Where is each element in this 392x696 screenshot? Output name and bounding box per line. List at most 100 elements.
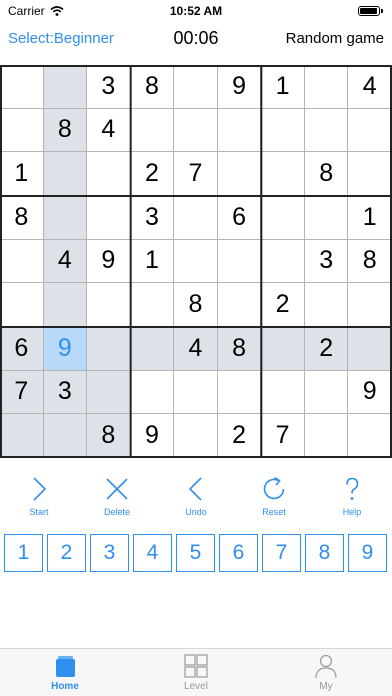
sudoku-cell-r3c2[interactable] xyxy=(43,152,88,196)
sudoku-cell-r5c2[interactable]: 4 xyxy=(43,239,88,284)
sudoku-cell-r7c4[interactable] xyxy=(130,327,175,371)
sudoku-cell-r1c5[interactable] xyxy=(174,65,218,109)
reset-button[interactable]: Reset xyxy=(244,474,304,522)
sudoku-cell-r2c9[interactable] xyxy=(348,108,392,153)
sudoku-cell-r8c5[interactable] xyxy=(174,370,218,415)
sudoku-cell-r2c4[interactable] xyxy=(130,108,175,153)
tab-level[interactable]: Level xyxy=(161,653,231,692)
sudoku-cell-r7c1[interactable]: 6 xyxy=(0,327,44,371)
sudoku-cell-r3c6[interactable] xyxy=(217,152,262,196)
sudoku-cell-r8c6[interactable] xyxy=(217,370,262,415)
sudoku-cell-r2c1[interactable] xyxy=(0,108,44,153)
sudoku-cell-r6c7[interactable]: 2 xyxy=(261,283,305,327)
sudoku-cell-r1c2[interactable] xyxy=(43,65,88,109)
sudoku-cell-r8c1[interactable]: 7 xyxy=(0,370,44,415)
number-button-5[interactable]: 5 xyxy=(176,534,215,572)
sudoku-cell-r1c3[interactable]: 3 xyxy=(87,65,131,109)
sudoku-cell-r3c1[interactable]: 1 xyxy=(0,152,44,196)
sudoku-cell-r8c7[interactable] xyxy=(261,370,305,415)
sudoku-cell-r9c3[interactable]: 8 xyxy=(87,414,131,458)
sudoku-cell-r6c5[interactable]: 8 xyxy=(174,283,218,327)
sudoku-cell-r7c3[interactable] xyxy=(87,327,131,371)
sudoku-cell-r2c3[interactable]: 4 xyxy=(87,108,131,153)
sudoku-cell-r9c9[interactable] xyxy=(348,414,392,458)
number-button-8[interactable]: 8 xyxy=(305,534,344,572)
sudoku-cell-r4c4[interactable]: 3 xyxy=(130,196,175,240)
sudoku-cell-r5c9[interactable]: 8 xyxy=(348,239,392,284)
sudoku-cell-r3c9[interactable] xyxy=(348,152,392,196)
sudoku-cell-r4c5[interactable] xyxy=(174,196,218,240)
sudoku-cell-r1c7[interactable]: 1 xyxy=(261,65,305,109)
sudoku-cell-r4c2[interactable] xyxy=(43,196,88,240)
sudoku-cell-r8c3[interactable] xyxy=(87,370,131,415)
sudoku-cell-r9c7[interactable]: 7 xyxy=(261,414,305,458)
sudoku-cell-r2c5[interactable] xyxy=(174,108,218,153)
sudoku-cell-r9c2[interactable] xyxy=(43,414,88,458)
sudoku-cell-r4c9[interactable]: 1 xyxy=(348,196,392,240)
sudoku-cell-r4c3[interactable] xyxy=(87,196,131,240)
sudoku-cell-r1c8[interactable] xyxy=(304,65,349,109)
sudoku-cell-r1c4[interactable]: 8 xyxy=(130,65,175,109)
sudoku-cell-r2c6[interactable] xyxy=(217,108,262,153)
sudoku-cell-r6c6[interactable] xyxy=(217,283,262,327)
sudoku-cell-r3c5[interactable]: 7 xyxy=(174,152,218,196)
sudoku-cell-r7c5[interactable]: 4 xyxy=(174,327,218,371)
sudoku-cell-r1c1[interactable] xyxy=(0,65,44,109)
sudoku-cell-r8c2[interactable]: 3 xyxy=(43,370,88,415)
sudoku-cell-r8c4[interactable] xyxy=(130,370,175,415)
sudoku-cell-r5c1[interactable] xyxy=(0,239,44,284)
start-button[interactable]: Start xyxy=(9,474,69,522)
number-button-3[interactable]: 3 xyxy=(90,534,129,572)
sudoku-cell-r7c2[interactable]: 9 xyxy=(43,327,88,371)
number-button-1[interactable]: 1 xyxy=(4,534,43,572)
sudoku-cell-r6c3[interactable] xyxy=(87,283,131,327)
sudoku-cell-r7c8[interactable]: 2 xyxy=(304,327,349,371)
sudoku-cell-r2c7[interactable] xyxy=(261,108,305,153)
sudoku-cell-r7c9[interactable] xyxy=(348,327,392,371)
sudoku-cell-r4c8[interactable] xyxy=(304,196,349,240)
sudoku-cell-r9c1[interactable] xyxy=(0,414,44,458)
sudoku-cell-r9c8[interactable] xyxy=(304,414,349,458)
number-button-4[interactable]: 4 xyxy=(133,534,172,572)
sudoku-cell-r2c8[interactable] xyxy=(304,108,349,153)
person-tab-icon xyxy=(315,654,337,679)
sudoku-cell-r4c6[interactable]: 6 xyxy=(217,196,262,240)
undo-button[interactable]: Undo xyxy=(166,474,226,522)
sudoku-cell-r5c5[interactable] xyxy=(174,239,218,284)
number-button-7[interactable]: 7 xyxy=(262,534,301,572)
sudoku-cell-r8c9[interactable]: 9 xyxy=(348,370,392,415)
sudoku-cell-r6c8[interactable] xyxy=(304,283,349,327)
number-button-6[interactable]: 6 xyxy=(219,534,258,572)
sudoku-cell-r7c6[interactable]: 8 xyxy=(217,327,262,371)
help-button[interactable]: Help xyxy=(322,474,382,522)
delete-button[interactable]: Delete xyxy=(87,474,147,522)
sudoku-cell-r5c6[interactable] xyxy=(217,239,262,284)
sudoku-cell-r8c8[interactable] xyxy=(304,370,349,415)
sudoku-cell-r9c5[interactable] xyxy=(174,414,218,458)
random-game-button[interactable]: Random game xyxy=(286,30,384,47)
sudoku-cell-r4c7[interactable] xyxy=(261,196,305,240)
sudoku-cell-r5c3[interactable]: 9 xyxy=(87,239,131,284)
sudoku-cell-r3c3[interactable] xyxy=(87,152,131,196)
number-button-2[interactable]: 2 xyxy=(47,534,86,572)
sudoku-cell-r5c8[interactable]: 3 xyxy=(304,239,349,284)
sudoku-cell-r1c6[interactable]: 9 xyxy=(217,65,262,109)
sudoku-cell-r6c9[interactable] xyxy=(348,283,392,327)
sudoku-cell-r7c7[interactable] xyxy=(261,327,305,371)
sudoku-cell-r9c4[interactable]: 9 xyxy=(130,414,175,458)
sudoku-cell-r3c8[interactable]: 8 xyxy=(304,152,349,196)
sudoku-cell-r5c7[interactable] xyxy=(261,239,305,284)
sudoku-cell-r6c2[interactable] xyxy=(43,283,88,327)
sudoku-cell-r6c1[interactable] xyxy=(0,283,44,327)
tab-home[interactable]: Home xyxy=(30,653,100,692)
tab-my[interactable]: My xyxy=(291,653,361,692)
sudoku-cell-r5c4[interactable]: 1 xyxy=(130,239,175,284)
sudoku-cell-r2c2[interactable]: 8 xyxy=(43,108,88,153)
sudoku-cell-r1c9[interactable]: 4 xyxy=(348,65,392,109)
sudoku-cell-r3c4[interactable]: 2 xyxy=(130,152,175,196)
sudoku-cell-r9c6[interactable]: 2 xyxy=(217,414,262,458)
sudoku-cell-r3c7[interactable] xyxy=(261,152,305,196)
sudoku-cell-r4c1[interactable]: 8 xyxy=(0,196,44,240)
number-button-9[interactable]: 9 xyxy=(348,534,387,572)
sudoku-cell-r6c4[interactable] xyxy=(130,283,175,327)
